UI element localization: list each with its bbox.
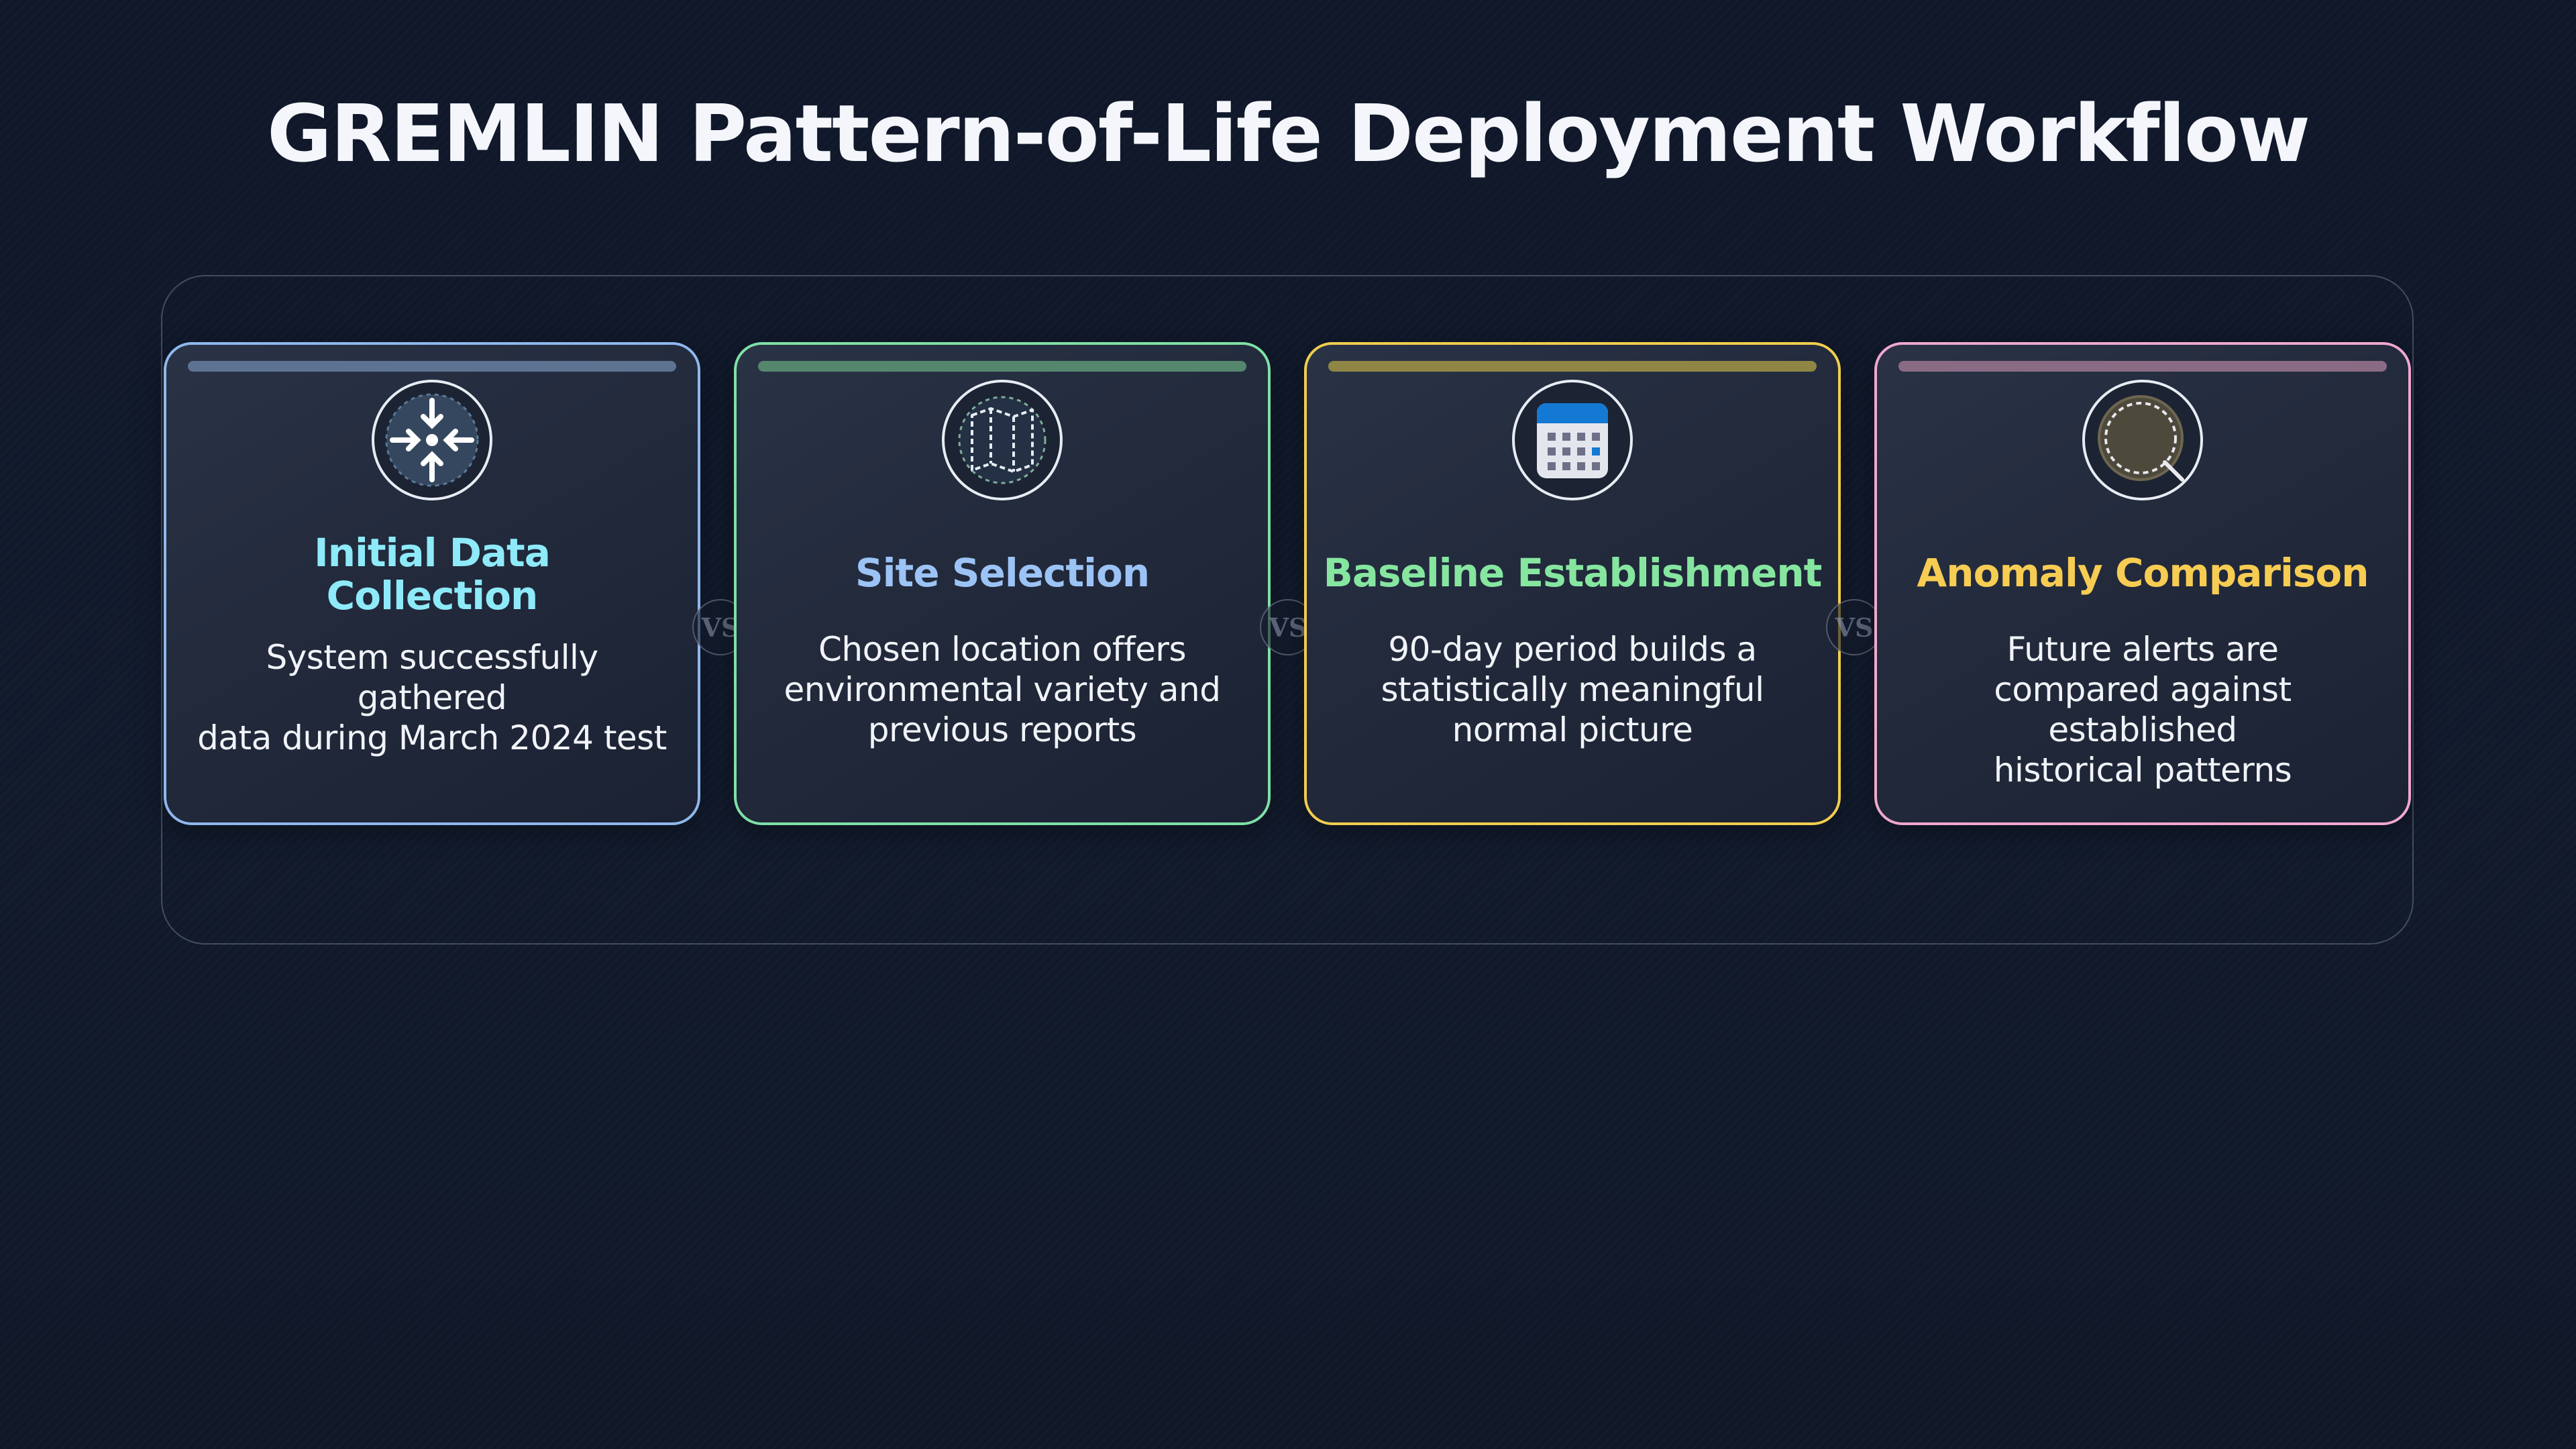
step-description-line: previous reports bbox=[867, 710, 1137, 749]
step-description: System successfully gathered data during… bbox=[186, 637, 678, 758]
step-description-line: 90-day period builds a bbox=[1388, 630, 1757, 669]
card-accent-bar bbox=[1898, 361, 2387, 372]
map-icon bbox=[942, 380, 1063, 500]
step-description-line: historical patterns bbox=[1993, 751, 2292, 790]
step-title-line: Collection bbox=[326, 573, 539, 619]
collapse-arrows-icon bbox=[372, 380, 492, 500]
step-card-anomaly-comparison: Anomaly Comparison Future alerts are com… bbox=[1874, 342, 2411, 825]
step-description: Future alerts are compared against estab… bbox=[1897, 629, 2388, 790]
step-title: Anomaly Comparison bbox=[1917, 550, 2369, 596]
step-description-line: compared against established bbox=[1994, 670, 2292, 749]
step-description-line: environmental variety and bbox=[784, 670, 1221, 709]
step-title-line: Initial Data bbox=[314, 530, 551, 576]
step-description-line: System successfully gathered bbox=[266, 638, 598, 717]
magnifier-icon bbox=[2082, 380, 2203, 500]
step-description: 90-day period builds a statistically mea… bbox=[1327, 629, 1818, 750]
step-description-line: statistically meaningful bbox=[1381, 670, 1764, 709]
step-description-line: Chosen location offers bbox=[818, 630, 1187, 669]
step-card-baseline-establishment: Baseline Establishment 90-day period bui… bbox=[1304, 342, 1841, 825]
step-title: Site Selection bbox=[855, 550, 1150, 596]
card-accent-bar bbox=[1328, 361, 1817, 372]
card-accent-bar bbox=[758, 361, 1246, 372]
step-description-line: data during March 2024 test bbox=[197, 718, 667, 757]
step-card-initial-data-collection: Initial Data Collection System successfu… bbox=[164, 342, 700, 825]
step-title: Baseline Establishment bbox=[1323, 550, 1823, 596]
step-card-site-selection: Site Selection Chosen location offers en… bbox=[734, 342, 1271, 825]
calendar-icon bbox=[1512, 380, 1633, 500]
step-description-line: Future alerts are bbox=[2006, 630, 2279, 669]
step-description: Chosen location offers environmental var… bbox=[757, 629, 1248, 750]
card-accent-bar bbox=[188, 361, 676, 372]
step-title: Initial Data Collection bbox=[180, 531, 684, 617]
step-description-line: normal picture bbox=[1452, 710, 1693, 749]
page-title: GREMLIN Pattern-of-Life Deployment Workf… bbox=[267, 87, 2310, 180]
